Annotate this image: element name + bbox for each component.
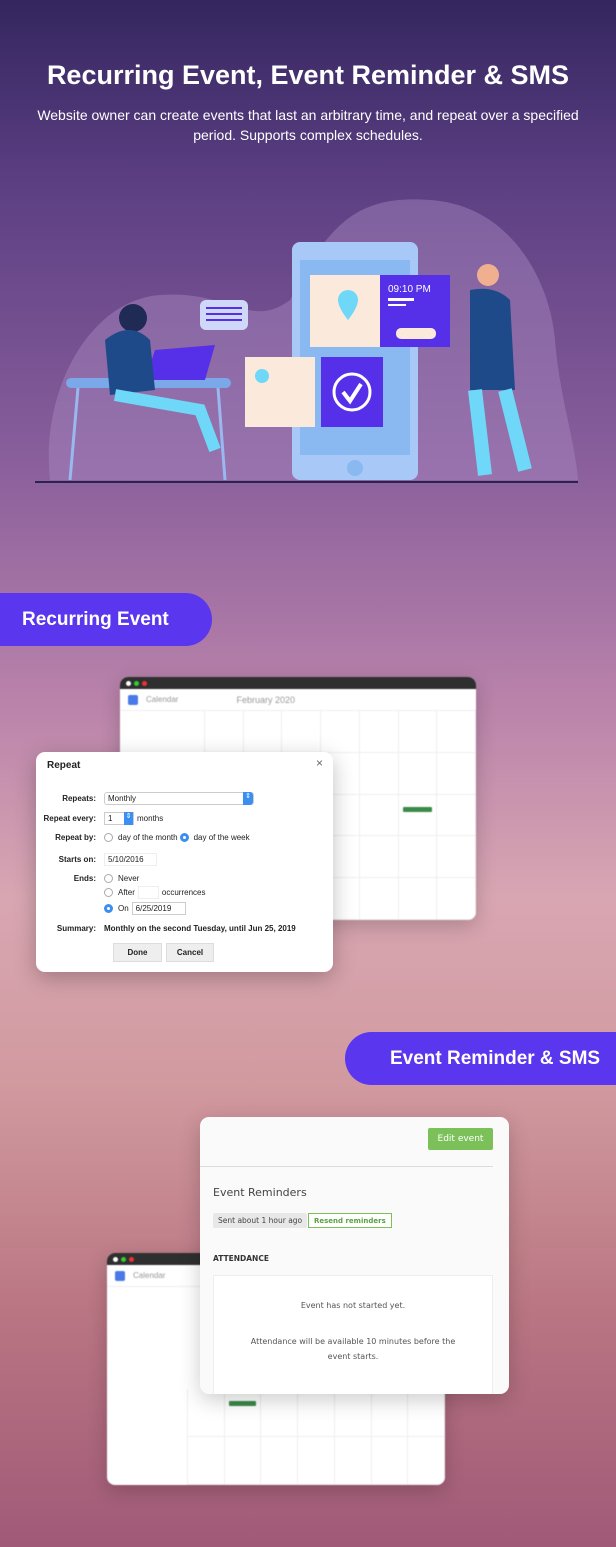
attendance-heading: ATTENDANCE xyxy=(213,1254,269,1263)
repeat-every-label: Repeat every: xyxy=(43,814,96,823)
done-button[interactable]: Done xyxy=(113,943,162,962)
clock-icon xyxy=(255,369,269,383)
calendar-logo-icon xyxy=(128,694,138,705)
attendance-panel: Event has not started yet. Attendance wi… xyxy=(213,1275,493,1394)
calendar-app-name: Calendar xyxy=(146,695,179,704)
section-label-event-reminder: Event Reminder & SMS xyxy=(345,1032,616,1085)
phone-home-button xyxy=(347,460,363,476)
ends-after-label: After xyxy=(118,888,135,897)
repeat-by-label: Repeat by: xyxy=(55,833,96,842)
page-title: Recurring Event, Event Reminder & SMS xyxy=(46,60,570,90)
radio-day-of-month[interactable] xyxy=(104,833,113,842)
man xyxy=(470,288,515,390)
stepper-icon: ⇕ xyxy=(124,812,133,825)
radio-ends-after[interactable] xyxy=(104,888,113,897)
radio-ends-on[interactable] xyxy=(104,904,113,913)
hero-illustration: 09:10 PM xyxy=(35,199,578,483)
radio-day-of-week[interactable] xyxy=(179,833,189,842)
laptop xyxy=(145,345,215,380)
close-icon[interactable]: × xyxy=(316,756,323,770)
calendar-logo-icon xyxy=(115,1270,125,1281)
reminders-title: Event Reminders xyxy=(213,1186,307,1199)
repeats-select[interactable]: Monthly ⇕ xyxy=(104,792,254,805)
sent-badge: Sent about 1 hour ago xyxy=(213,1213,308,1228)
select-arrows-icon: ⇕ xyxy=(243,792,253,805)
ends-label: Ends: xyxy=(73,874,96,883)
page-subtitle: Website owner can create events that las… xyxy=(37,107,579,143)
starts-on-label: Starts on: xyxy=(58,855,96,864)
occurrences-input[interactable] xyxy=(137,886,159,899)
calendar-event[interactable] xyxy=(228,1401,257,1406)
repeat-dialog: Repeat × Repeats: Monthly ⇕ Repeat every:… xyxy=(36,752,333,972)
dialog-title: Repeat xyxy=(47,760,81,771)
repeat-every-stepper[interactable]: 1 ⇕ xyxy=(104,812,134,825)
summary-label: Summary: xyxy=(56,924,96,933)
calendar-month: February 2020 xyxy=(236,694,296,705)
radio-ends-never[interactable] xyxy=(104,874,113,883)
ends-never-label: Never xyxy=(118,874,140,883)
calendar-grid xyxy=(187,1389,445,1485)
ends-on-label: On xyxy=(118,904,129,913)
occurrences-label: occurrences xyxy=(161,888,206,897)
attendance-status: Event has not started yet. xyxy=(300,1301,406,1310)
resend-reminders-button[interactable]: Resend reminders xyxy=(308,1213,392,1228)
starts-on-input[interactable]: 5/10/2016 xyxy=(104,853,157,866)
calendar-event[interactable] xyxy=(402,806,433,812)
event-card: Edit event Event Reminders Sent about 1 … xyxy=(200,1117,509,1394)
ends-on-input[interactable]: 6/25/2019 xyxy=(131,902,186,915)
attendance-note: Attendance will be available 10 minutes … xyxy=(250,1337,456,1361)
woman xyxy=(105,330,155,395)
option-day-of-month: day of the month xyxy=(118,833,178,842)
option-day-of-week: day of the week xyxy=(193,833,250,842)
repeat-every-unit: months xyxy=(137,814,164,823)
cancel-button[interactable]: Cancel xyxy=(166,943,214,962)
calendar-app-name: Calendar xyxy=(133,1271,166,1280)
section-label-recurring-event: Recurring Event xyxy=(0,593,212,646)
repeat-every-value: 1 xyxy=(108,814,113,823)
repeats-label: Repeats: xyxy=(62,794,96,803)
edit-event-button[interactable]: Edit event xyxy=(428,1128,493,1150)
summary-value: Monthly on the second Tuesday, until Jun… xyxy=(104,924,296,933)
clock-time: 09:10 PM xyxy=(388,284,431,295)
repeats-value: Monthly xyxy=(108,794,137,803)
